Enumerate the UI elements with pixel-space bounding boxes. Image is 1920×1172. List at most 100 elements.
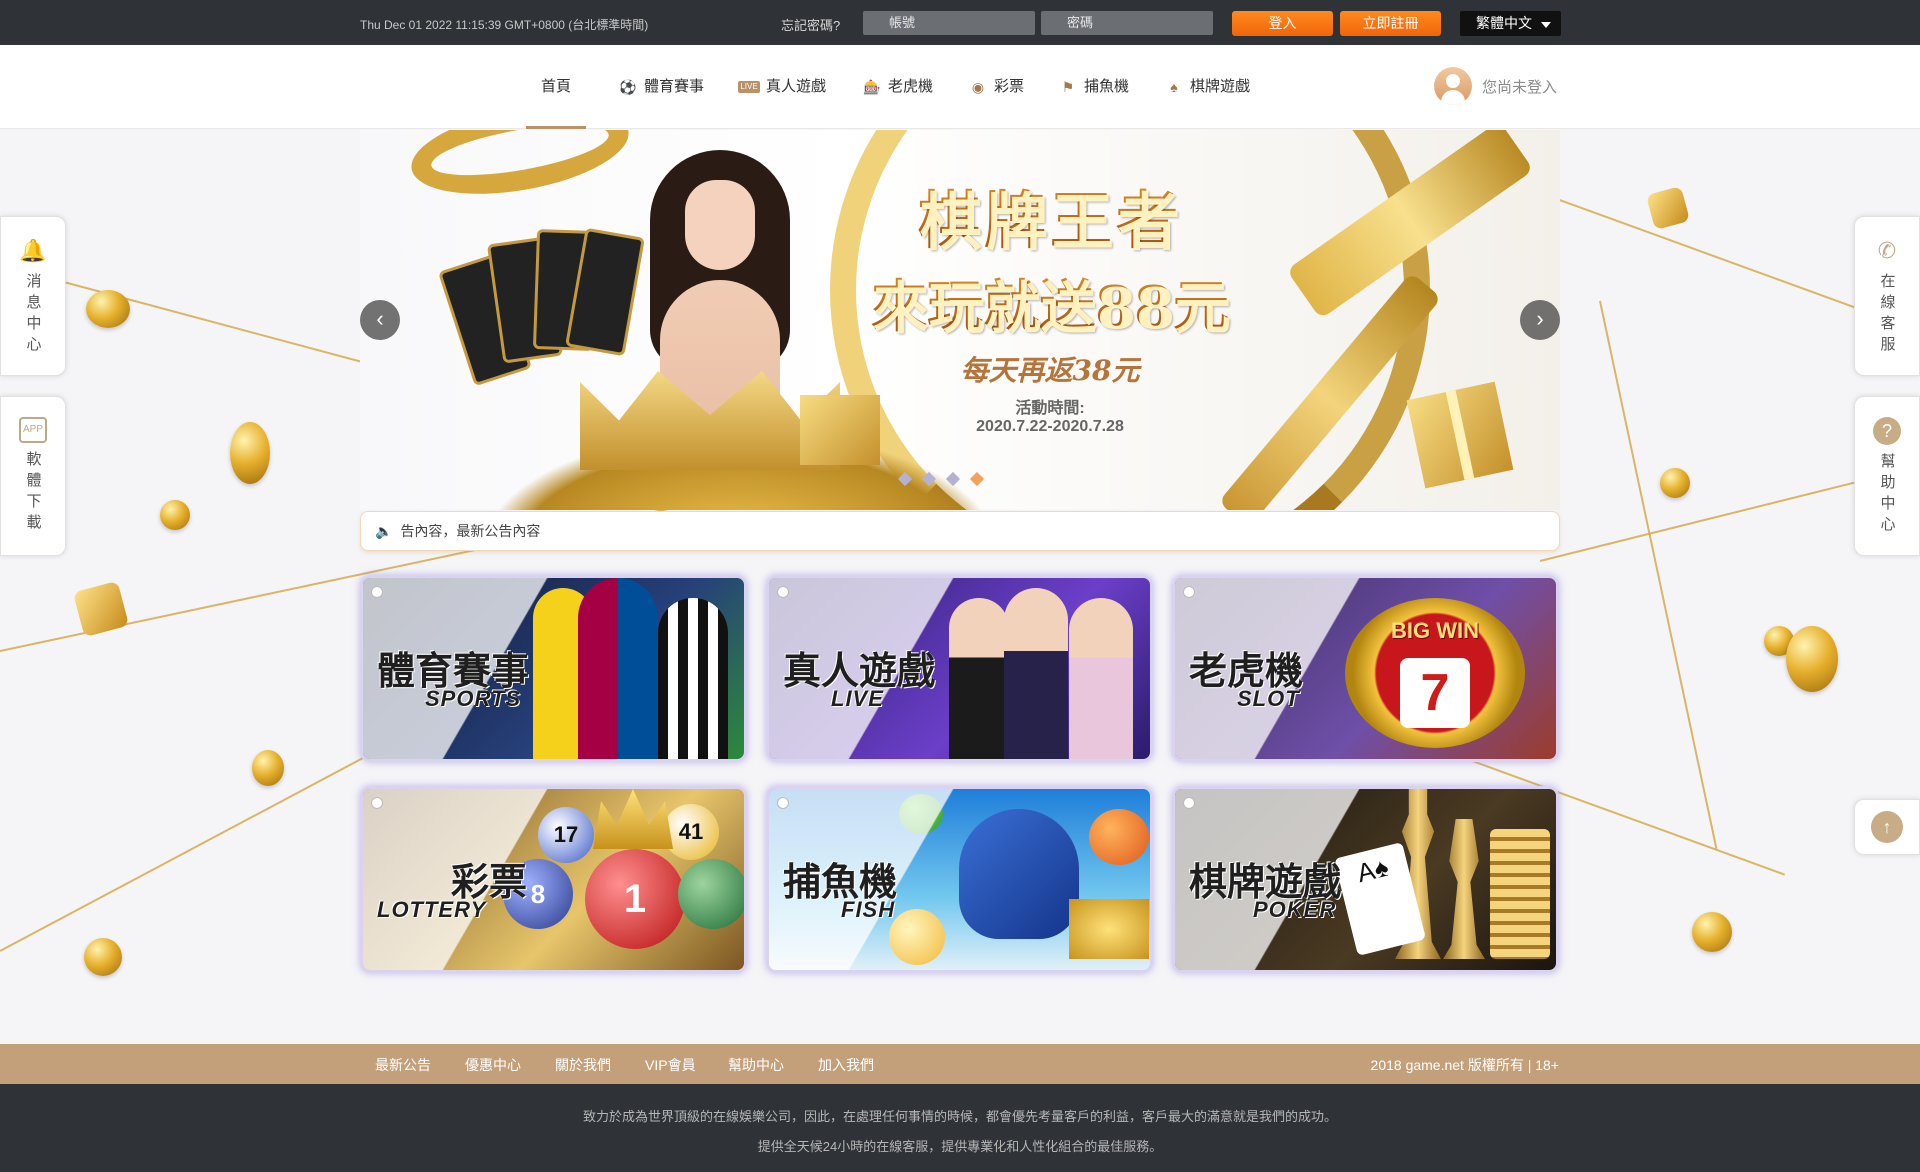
nav-item-live[interactable]: LIVE 真人遊戲 [738,45,826,129]
side-tab-messages[interactable]: 🔔 消息中心 [0,216,66,376]
banner-dot[interactable] [945,471,961,487]
language-select[interactable]: 繁體中文 [1460,11,1561,36]
banner-prev-button[interactable]: ‹ [360,300,400,340]
nav-item-label: 體育賽事 [644,78,705,95]
banner-dot[interactable] [897,471,913,487]
banner-next-button[interactable]: › [1520,300,1560,340]
password-input[interactable] [1041,11,1213,35]
app-download-icon: APP [19,417,47,443]
gold-coin [160,500,190,530]
game-tile-subtitle: SPORTS [425,686,522,711]
nav-item-home[interactable]: 首頁 [526,45,586,129]
caret-down-icon [1541,22,1551,28]
playing-cards-art [437,210,655,390]
nav-item-slot[interactable]: 🎰 老虎機 [862,45,933,129]
footer-links-bar: 最新公告 優惠中心 關於我們 VIP會員 幫助中心 加入我們 2018 game… [0,1044,1920,1084]
banner-period: 2020.7.22-2020.7.28 [976,418,1124,435]
gold-coin [84,938,122,976]
lottery-ball: 1 [585,849,685,949]
side-tab-label: 消息中心 [24,273,42,357]
banner-period-label: 活動時間: [1015,400,1085,417]
treasure-art [1069,899,1149,959]
game-tile-subtitle: LOTTERY [377,897,487,922]
footer: 致力於成為世界頂級的在線娛樂公司，因此，在處理任何事情的時候，都會優先考量客戶的… [0,1084,1920,1172]
footer-service-text: 提供全天候24小時的在線客服，提供專業化和人性化組合的最佳服務。 [757,1139,1163,1154]
side-tab-label: 在線客服 [1878,273,1896,357]
nav-item-label: 老虎機 [888,78,934,95]
game-tile-slot[interactable]: BIG WIN 7 老虎機 SLOT [1172,575,1559,762]
gift-box-icon [1406,381,1514,489]
gold-coin [1660,468,1690,498]
avatar-icon [1434,67,1472,105]
user-login-status[interactable]: 您尚未登入 [1434,67,1557,105]
game-tile-live[interactable]: 真人遊戲 LIVE [766,575,1153,762]
top-bar: Thu Dec 01 2022 11:15:39 GMT+0800 (台北標準時… [0,0,1920,45]
banner-headline-2: 來玩就送88元 [830,262,1270,343]
banner-headline: 棋牌王者 來玩就送88元 每天再返38元 [830,170,1270,389]
footer-link-vip[interactable]: VIP會員 [645,1055,696,1075]
nav-item-poker[interactable]: ♠ 棋牌遊戲 [1164,45,1250,129]
footer-link-promotions[interactable]: 優惠中心 [465,1055,521,1075]
banner-headline-3: 每天再返38元 [960,354,1140,387]
side-tab-help[interactable]: ? 幫助中心 [1854,396,1920,556]
back-to-top-button[interactable]: ↑ [1854,799,1920,855]
lottery-ball [678,859,744,929]
game-tile-subtitle: POKER [1253,897,1337,922]
banner-dot[interactable] [921,471,937,487]
nav-item-sports[interactable]: ⚽ 體育賽事 [618,45,704,129]
banner-dot-active[interactable] [969,471,985,487]
footer-link-about[interactable]: 關於我們 [555,1055,611,1075]
announcement-text: 告內容，最新公告內容 [400,523,541,539]
gold-line [1599,300,1718,849]
side-tab-customer-service[interactable]: ✆ 在線客服 [1854,216,1920,376]
promo-banner[interactable]: 棋牌王者 來玩就送88元 每天再返38元 活動時間: 2020.7.22-202… [360,130,1560,510]
arrow-up-icon: ↑ [1871,811,1903,843]
register-button[interactable]: 立即註冊 [1340,11,1441,36]
chess-queen-icon [1443,819,1485,959]
gold-dice [72,580,130,638]
lottery-ball-icon: ◉ [971,79,985,95]
slot-machine-icon: 🎰 [863,79,881,95]
game-tile-subtitle: LIVE [831,686,884,711]
side-tab-app-download[interactable]: APP 軟體下載 [0,396,66,556]
dealer-art [1004,588,1068,759]
announcement-marquee[interactable]: 🔈 告內容，最新公告內容 [360,511,1560,551]
banner-headline-1: 棋牌王者 [830,170,1270,260]
game-tile-sports[interactable]: 體育賽事 SPORTS [360,575,747,762]
game-tile-subtitle: FISH [841,897,896,922]
fish-art [1089,809,1149,865]
game-tile-subtitle: SLOT [1237,686,1300,711]
game-tile-lottery[interactable]: 17 41 8 1 彩票 LOTTERY [360,786,747,973]
forgot-password-link[interactable]: 忘記密碼? [781,15,840,34]
gold-dice [1645,185,1691,231]
nav-item-label: 真人遊戲 [766,78,827,95]
player-art [658,598,728,759]
chip-stack-icon [1490,829,1550,959]
phone-icon: ✆ [1877,238,1897,263]
speaker-icon: 🔈 [375,522,393,539]
cards-icon: ♠ [1170,79,1178,95]
game-tile-poker[interactable]: A♠ 棋牌遊戲 POKER [1172,786,1559,973]
nav-item-label: 棋牌遊戲 [1190,78,1251,95]
crown-icon [593,789,673,849]
username-input[interactable] [863,11,1035,35]
nav-item-fish[interactable]: ⚑ 捕魚機 [1058,45,1129,129]
gold-ribbon [404,130,636,209]
chevron-right-icon: › [1536,306,1544,331]
game-tile-fish[interactable]: 捕魚機 FISH [766,786,1153,973]
nav-item-label: 彩票 [994,78,1025,95]
nav-item-label: 首頁 [540,78,571,95]
nav-item-lottery[interactable]: ◉ 彩票 [968,45,1024,129]
current-datetime: Thu Dec 01 2022 11:15:39 GMT+0800 (台北標準時… [360,18,649,32]
fishing-icon: ⚑ [1061,79,1075,95]
language-label: 繁體中文 [1476,15,1532,31]
login-button[interactable]: 登入 [1232,11,1333,36]
lucky-seven-reel: 7 [1400,658,1470,728]
footer-link-news[interactable]: 最新公告 [375,1055,431,1075]
nav-item-label: 捕魚機 [1084,78,1130,95]
dealer-art [1069,598,1133,759]
gold-chip [230,422,270,484]
banner-pagination [897,471,985,487]
footer-link-help[interactable]: 幫助中心 [728,1055,784,1075]
footer-link-join[interactable]: 加入我們 [818,1055,874,1075]
